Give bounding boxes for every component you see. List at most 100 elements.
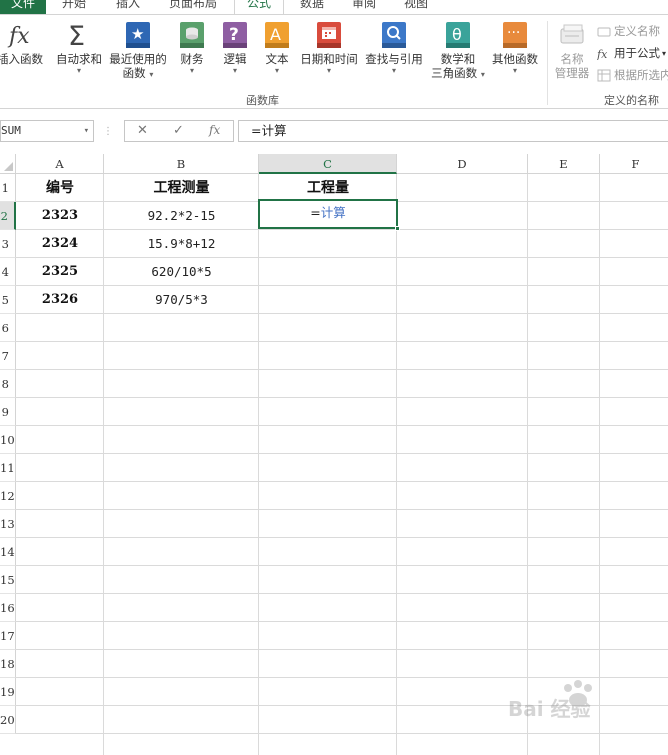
tab-view[interactable]: 视图 (394, 0, 438, 14)
watermark-text: Bai 经验 (508, 697, 591, 721)
column-header-a[interactable]: A (16, 154, 104, 174)
grid-line (16, 453, 668, 454)
logic-button[interactable]: ? 逻辑 ▾ (220, 21, 250, 76)
star-book-icon: ★ (125, 21, 151, 49)
row-header-17[interactable]: 17 (0, 622, 16, 650)
select-all-corner[interactable] (0, 154, 16, 174)
row-header-13[interactable]: 13 (0, 510, 16, 538)
cancel-icon[interactable]: ✕ (137, 123, 148, 138)
name-manager-label-2: 管理器 (554, 66, 590, 80)
cell-b1[interactable]: 工程测量 (104, 174, 259, 202)
tab-home[interactable]: 开始 (52, 0, 96, 14)
row-header-5[interactable]: 5 (0, 286, 16, 314)
name-box[interactable]: SUM ▾ (0, 120, 94, 142)
column-header-f[interactable]: F (600, 154, 668, 174)
tab-formulas[interactable]: 公式 (234, 0, 284, 14)
define-name-button[interactable]: 定义名称 (597, 23, 660, 39)
cell-a5[interactable]: 2326 (16, 286, 104, 314)
lookup-label: 查找与引用 (365, 52, 423, 66)
enter-icon[interactable]: ✓ (173, 123, 184, 138)
group-label-function-library: 函数库 (246, 94, 279, 107)
row-header-14[interactable]: 14 (0, 538, 16, 566)
group-separator (547, 21, 548, 105)
create-from-selection-button[interactable]: 根据所选内 (597, 67, 668, 83)
resize-handle-icon[interactable]: ⋮ (103, 126, 113, 137)
grid-line (16, 341, 668, 342)
name-manager-label-1: 名称 (560, 52, 584, 66)
cell-a2[interactable]: 2323 (16, 202, 104, 230)
svg-text:★: ★ (131, 25, 144, 43)
active-cell-c2[interactable]: =计算 (258, 199, 400, 231)
tab-insert[interactable]: 插入 (106, 0, 150, 14)
chevron-down-icon: ▾ (662, 48, 667, 58)
row-header-19[interactable]: 19 (0, 678, 16, 706)
use-in-formula-button[interactable]: fx 用于公式 ▾ (596, 45, 667, 61)
datetime-button[interactable]: 日期和时间 ▾ (298, 21, 360, 76)
column-header-e[interactable]: E (528, 154, 600, 174)
column-header-c[interactable]: C (259, 154, 397, 174)
cell-b4[interactable]: 620/10*5 (104, 258, 259, 286)
formula-input[interactable]: =计算 (238, 120, 668, 142)
cell-b3[interactable]: 15.9*8+12 (104, 230, 259, 258)
text-functions-button[interactable]: A 文本 ▾ (262, 21, 292, 76)
insert-function-button[interactable]: fx 插入函数 (0, 21, 46, 66)
cell-a1[interactable]: 编号 (16, 174, 104, 202)
row-header-18[interactable]: 18 (0, 650, 16, 678)
recent-functions-button[interactable]: ★ 最近使用的 函数 ▾ (106, 21, 170, 82)
column-header-d[interactable]: D (397, 154, 528, 174)
other-functions-button[interactable]: ··· 其他函数 ▾ (488, 21, 542, 76)
grid-line (16, 733, 668, 734)
column-header-b[interactable]: B (104, 154, 259, 174)
row-header-9[interactable]: 9 (0, 398, 16, 426)
cell-b2[interactable]: 92.2*2-15 (104, 202, 259, 230)
fill-handle[interactable] (395, 226, 400, 231)
tab-page-layout[interactable]: 页面布局 (160, 0, 226, 14)
row-header-2[interactable]: 2 (0, 202, 16, 230)
row-header-16[interactable]: 16 (0, 594, 16, 622)
math-trig-label-2: 三角函数 ▾ (431, 66, 485, 80)
row-header-15[interactable]: 15 (0, 566, 16, 594)
math-trig-button[interactable]: θ 数学和 三角函数 ▾ (428, 21, 488, 82)
grid-line (16, 621, 668, 622)
grid-line (16, 565, 668, 566)
worksheet-grid: A B C D E F 1 2 3 4 5 6 7 8 9 10 11 12 1… (0, 154, 668, 755)
grid-line (16, 509, 668, 510)
tab-data[interactable]: 数据 (290, 0, 334, 14)
chevron-down-icon: ▾ (512, 66, 517, 75)
fx-icon[interactable]: fx (209, 123, 220, 137)
theta-book-icon: θ (445, 21, 471, 49)
grid-line (527, 174, 528, 755)
name-manager-button[interactable]: 名称 管理器 (552, 21, 592, 80)
row-header-1[interactable]: 1 (0, 174, 16, 202)
lookup-button[interactable]: 查找与引用 ▾ (362, 21, 426, 76)
chevron-down-icon: ▾ (76, 66, 81, 75)
insert-function-label: 插入函数 (0, 52, 43, 66)
row-header-4[interactable]: 4 (0, 258, 16, 286)
row-header-6[interactable]: 6 (0, 314, 16, 342)
datetime-label: 日期和时间 (300, 52, 358, 66)
row-header-11[interactable]: 11 (0, 454, 16, 482)
grid-line (16, 397, 668, 398)
cell-a4[interactable]: 2325 (16, 258, 104, 286)
name-tag-icon (559, 21, 585, 49)
grid-line (16, 537, 668, 538)
chevron-down-icon: ▾ (232, 66, 237, 75)
cell-c1[interactable]: 工程量 (259, 174, 397, 202)
row-header-3[interactable]: 3 (0, 230, 16, 258)
autosum-button[interactable]: Σ 自动求和 ▾ (54, 21, 104, 76)
tab-file[interactable]: 文件 (0, 0, 46, 14)
cell-b5[interactable]: 970/5*3 (104, 286, 259, 314)
cell-a3[interactable]: 2324 (16, 230, 104, 258)
tab-review[interactable]: 审阅 (342, 0, 386, 14)
finance-button[interactable]: 财务 ▾ (176, 21, 208, 76)
active-cell-content: =计算 (310, 205, 346, 220)
row-header-8[interactable]: 8 (0, 370, 16, 398)
magnifier-book-icon (381, 21, 407, 49)
row-header-20[interactable]: 20 (0, 706, 16, 734)
row-header-10[interactable]: 10 (0, 426, 16, 454)
chevron-down-icon[interactable]: ▾ (84, 121, 89, 141)
row-header-12[interactable]: 12 (0, 482, 16, 510)
grid-line (396, 174, 397, 755)
svg-text:A: A (270, 25, 281, 44)
row-header-7[interactable]: 7 (0, 342, 16, 370)
